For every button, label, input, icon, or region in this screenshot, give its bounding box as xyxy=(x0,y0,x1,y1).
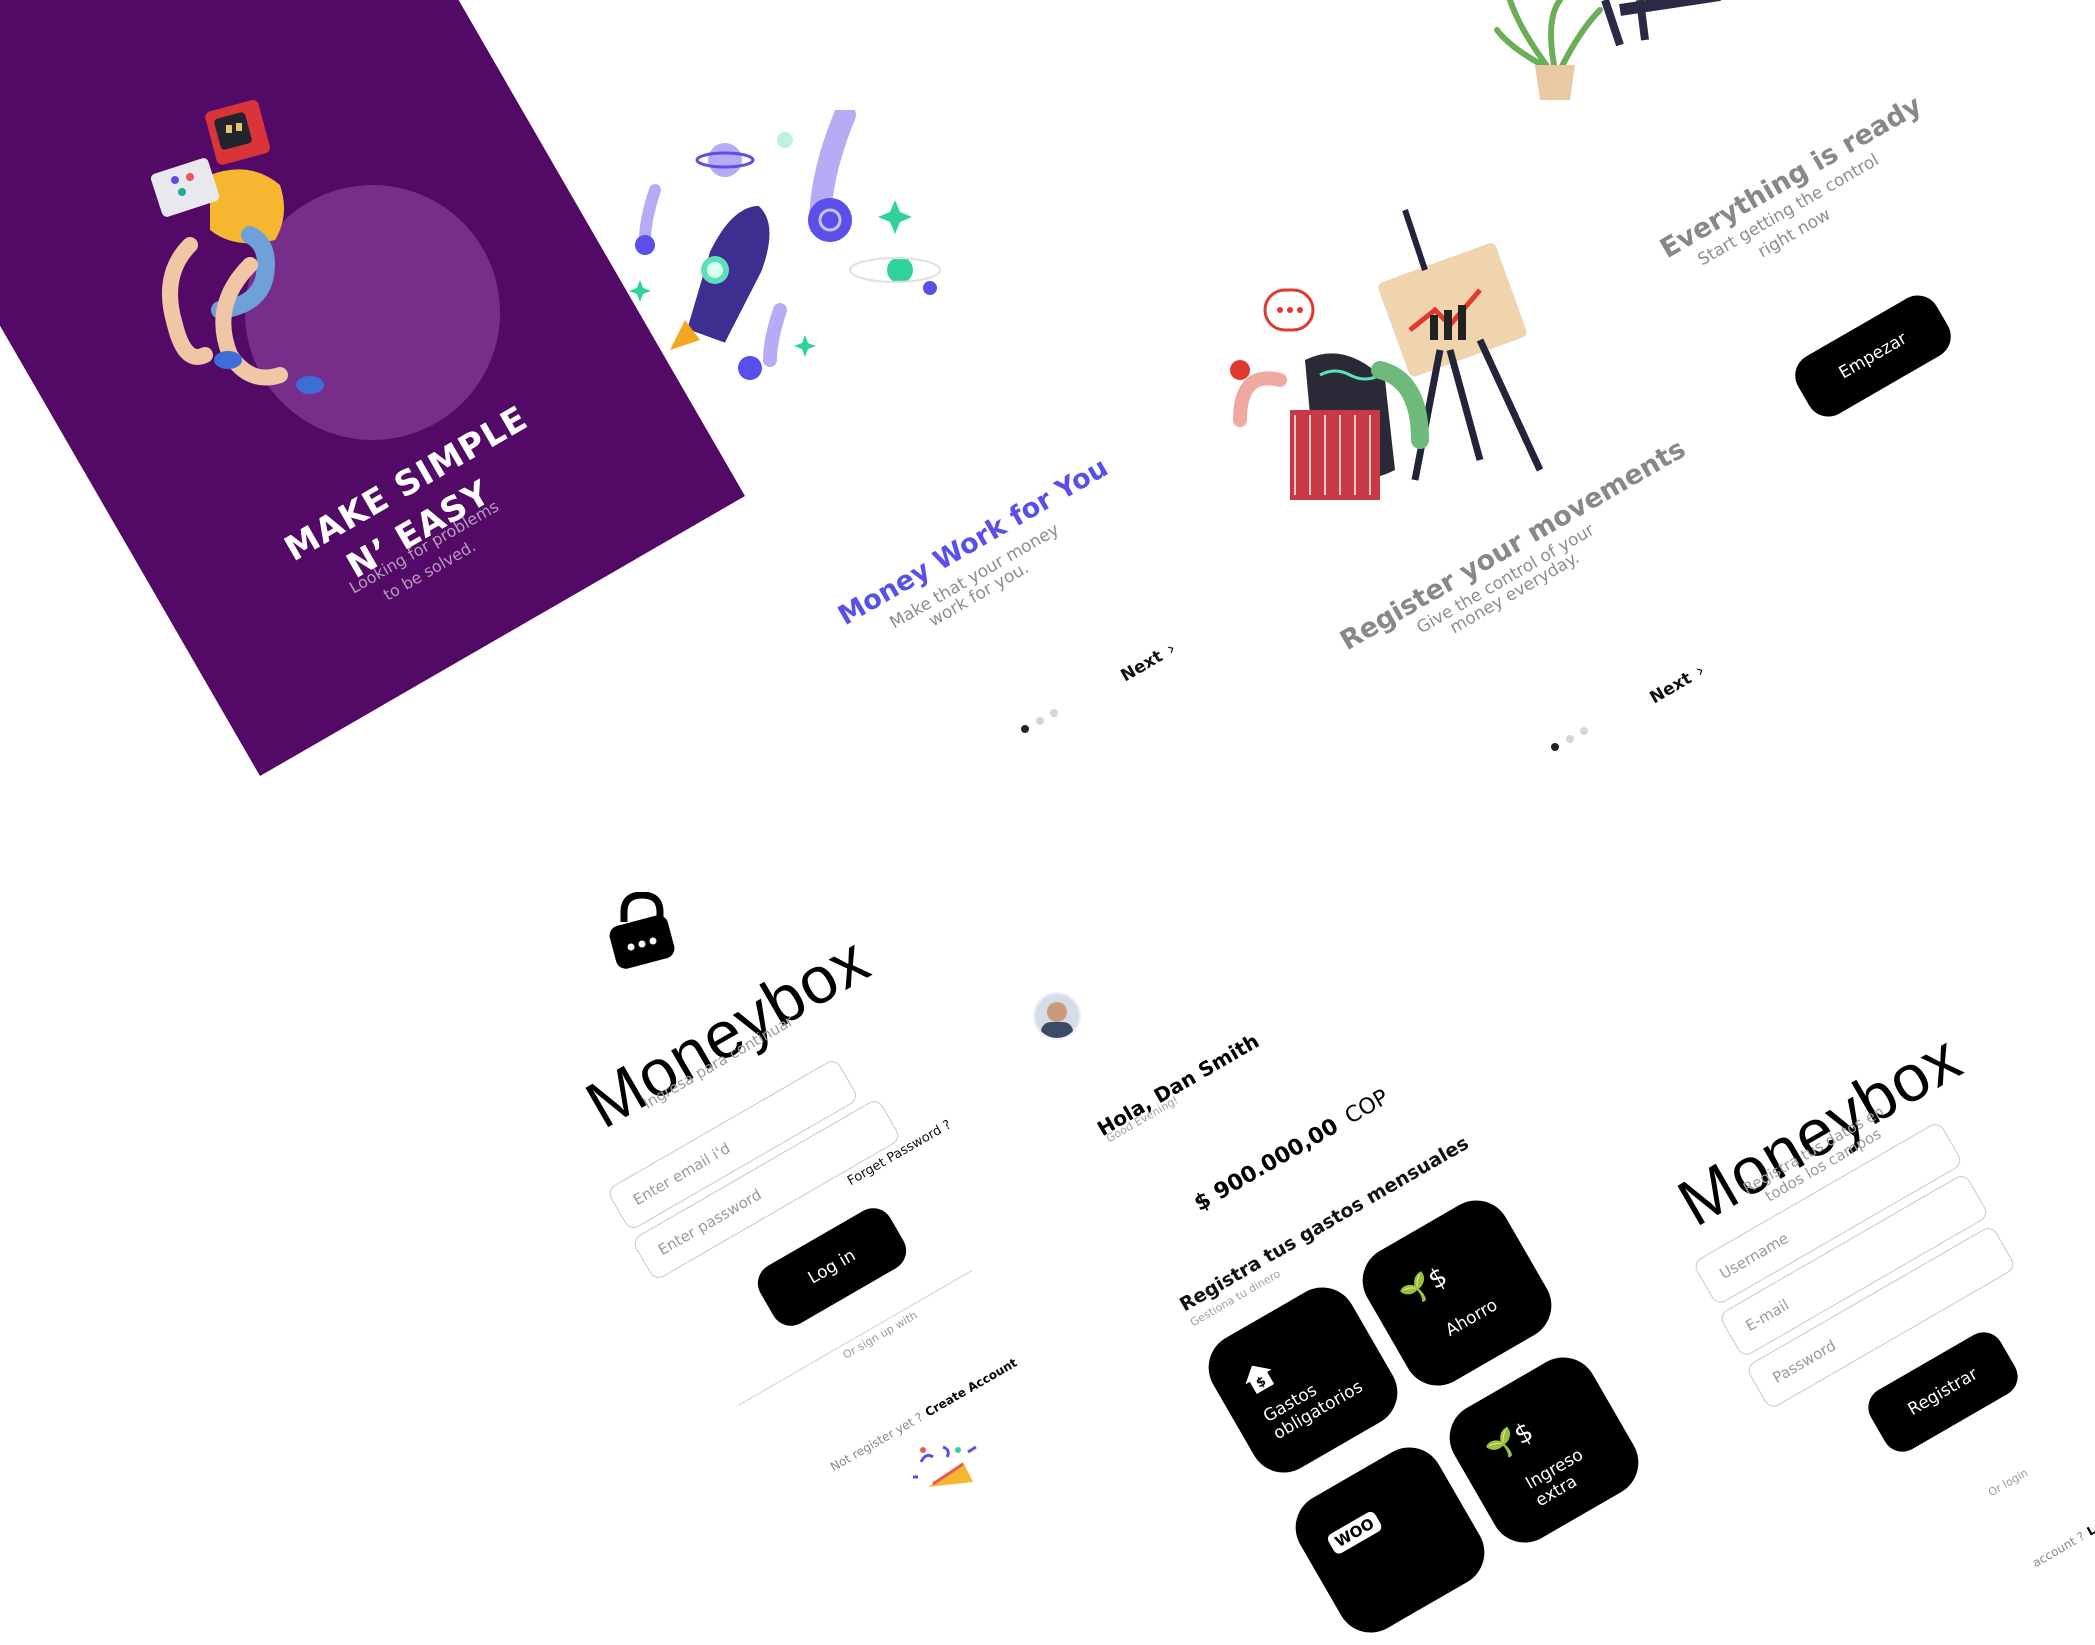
onboarding1-next-button[interactable]: Next › xyxy=(1117,637,1180,686)
page-dot-active[interactable] xyxy=(1551,743,1559,751)
register-email-placeholder: E-mail xyxy=(1742,1295,1793,1335)
page-dot-active[interactable] xyxy=(1021,725,1029,733)
balance-currency: COP xyxy=(1340,1084,1394,1130)
create-account-link[interactable]: Create Account xyxy=(923,1356,1020,1420)
next-label: Next xyxy=(1117,646,1167,686)
rocket-illustration xyxy=(629,110,941,380)
empezar-button[interactable]: Empezar xyxy=(1787,287,1959,425)
balance-amount: $ 900.000,00 xyxy=(1190,1113,1343,1217)
or-signup-label: Or sign up with xyxy=(838,1307,923,1364)
page-dot[interactable] xyxy=(1566,735,1574,743)
page-dot[interactable] xyxy=(1580,727,1588,735)
greeting: Hola, Dan Smith xyxy=(1093,1028,1264,1141)
plant-money-icon: 🌱$ xyxy=(1481,1416,1539,1468)
woo-badge-icon: WOO xyxy=(1325,1509,1384,1556)
username-placeholder: Username xyxy=(1716,1229,1792,1283)
login-button[interactable]: Log in xyxy=(750,1200,914,1334)
or-login-label: Or login xyxy=(1986,1466,2031,1500)
plant-money-icon: 🌱$ xyxy=(1395,1261,1453,1312)
lock-icon xyxy=(609,892,675,969)
login-link-row: account ? Log in xyxy=(2030,1506,2095,1570)
character-illustration xyxy=(150,100,324,394)
page-dot[interactable] xyxy=(1036,717,1044,725)
avatar[interactable] xyxy=(1033,992,1081,1040)
login-link[interactable]: Log in xyxy=(2085,1506,2095,1539)
register-password-placeholder: Password xyxy=(1769,1336,1840,1387)
chevron-right-icon: › xyxy=(1162,637,1180,660)
presentation-illustration xyxy=(1230,209,1544,500)
onboarding2-next-button[interactable]: Next › xyxy=(1646,659,1709,708)
account-prefix-text: account ? xyxy=(2030,1529,2088,1571)
registrar-button[interactable]: Registrar xyxy=(1861,1325,2025,1459)
not-registered-text: Not register yet ? xyxy=(828,1409,926,1475)
party-popper-icon xyxy=(913,1445,977,1487)
chevron-right-icon: › xyxy=(1691,659,1709,682)
card-ahorro-label: Ahorro xyxy=(1442,1295,1502,1341)
page-dot[interactable] xyxy=(1050,709,1058,717)
house-dollar-icon: $ xyxy=(1236,1354,1283,1402)
next-label: Next xyxy=(1646,668,1696,708)
plant-illustration xyxy=(1494,0,1721,100)
